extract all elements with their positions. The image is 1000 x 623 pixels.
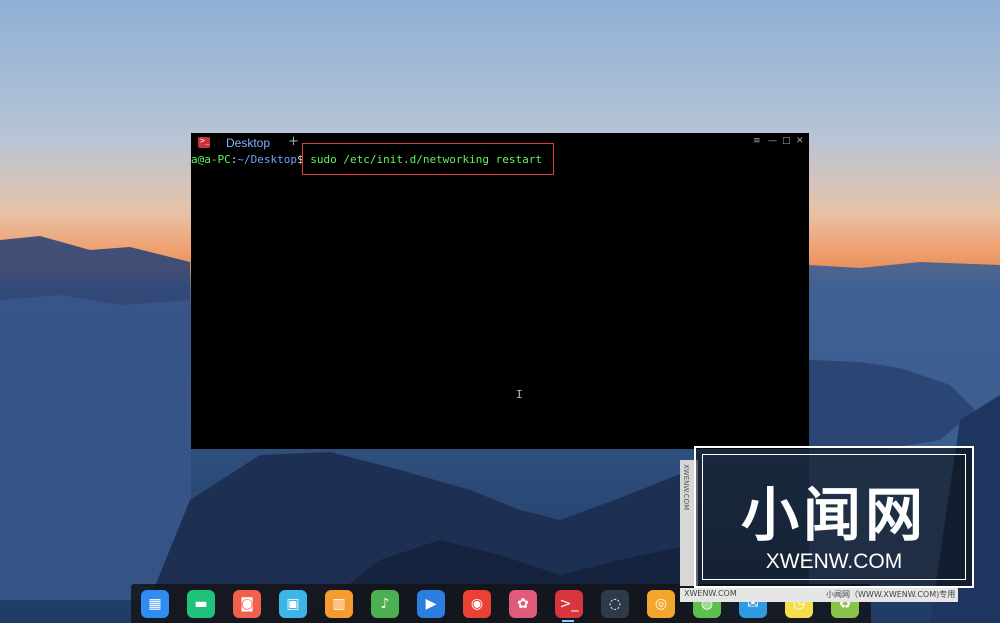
minimize-button[interactable]: — xyxy=(768,136,777,146)
tab-desktop[interactable]: Desktop xyxy=(226,136,270,150)
dock-chrome-glyph: ◉ xyxy=(470,596,484,612)
prompt-path: ~/Desktop xyxy=(237,153,297,166)
command-highlight-box xyxy=(302,143,554,175)
dock-system-monitor-icon[interactable]: ◌ xyxy=(601,590,629,618)
dock-file-manager-icon[interactable]: ▬ xyxy=(187,590,215,618)
dock-camera-icon[interactable]: ◎ xyxy=(647,590,675,618)
watermark-subtitle: XWENW.COM xyxy=(765,550,903,573)
dock-screen-recorder-icon[interactable]: ◙ xyxy=(233,590,261,618)
dock-file-manager-glyph: ▬ xyxy=(194,596,208,612)
dock-camera-glyph: ◎ xyxy=(654,596,668,612)
dock-store-bag-icon[interactable]: ▥ xyxy=(325,590,353,618)
dock-launcher-glyph: ▦ xyxy=(148,596,162,612)
dock-settings-glyph: ✿ xyxy=(517,596,529,612)
dock-video-player-glyph: ▶ xyxy=(425,596,437,612)
terminal-window[interactable]: >_ Desktop + ≡ — □ ✕ a@a-PC:~/Desktop$ s… xyxy=(191,133,809,449)
close-button[interactable]: ✕ xyxy=(796,136,804,146)
dock-screen-recorder-glyph: ◙ xyxy=(240,596,254,612)
watermark-bottom-strip: XWENW.COM 小闻网（WWW.XWENW.COM)专用 xyxy=(680,588,958,602)
dock-terminal-glyph: >_ xyxy=(559,596,579,612)
prompt-user: a@a-PC xyxy=(191,153,231,166)
dock-store-bag-glyph: ▥ xyxy=(332,596,346,612)
watermark-bottom-left: XWENW.COM xyxy=(684,589,737,598)
watermark-logo: 小闻网 XWENW.COM xyxy=(694,446,974,588)
dock-music-glyph: ♪ xyxy=(380,596,390,612)
dock-terminal-icon[interactable]: >_ xyxy=(555,590,583,618)
maximize-button[interactable]: □ xyxy=(782,136,791,146)
dock-app-store-glyph: ▣ xyxy=(286,596,300,612)
dock-settings-icon[interactable]: ✿ xyxy=(509,590,537,618)
watermark-title: 小闻网 xyxy=(740,481,927,549)
dock-video-player-icon[interactable]: ▶ xyxy=(417,590,445,618)
new-tab-button[interactable]: + xyxy=(288,134,299,149)
dock-chrome-icon[interactable]: ◉ xyxy=(463,590,491,618)
menu-icon[interactable]: ≡ xyxy=(753,136,761,146)
dock-music-icon[interactable]: ♪ xyxy=(371,590,399,618)
active-app-indicator xyxy=(562,620,574,622)
watermark-bottom-right: 小闻网（WWW.XWENW.COM)专用 xyxy=(826,590,956,599)
terminal-icon: >_ xyxy=(198,136,210,148)
watermark-side-text: XWENW.COM xyxy=(682,464,690,511)
dock-launcher-icon[interactable]: ▦ xyxy=(141,590,169,618)
text-cursor-icon: I xyxy=(516,388,523,401)
dock-app-store-icon[interactable]: ▣ xyxy=(279,590,307,618)
dock-system-monitor-glyph: ◌ xyxy=(608,596,622,612)
